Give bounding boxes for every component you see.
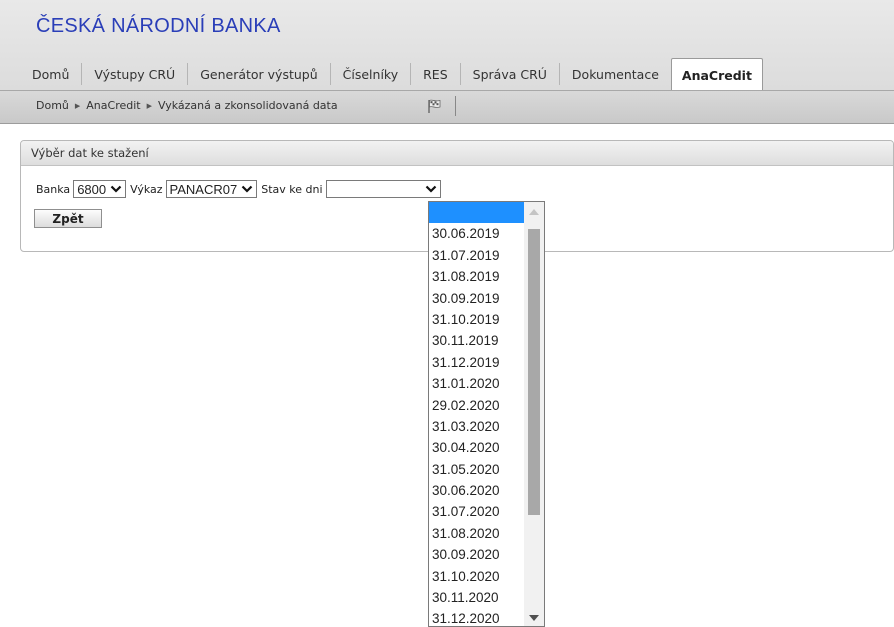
date-option[interactable]: 31.10.2019: [429, 309, 524, 330]
date-option[interactable]: 30.09.2020: [429, 544, 524, 565]
tab-sprava-cru[interactable]: Správa CRÚ: [461, 63, 560, 85]
breadcrumb-bar: Domů ▶ AnaCredit ▶ Vykázaná a zkonsolido…: [0, 90, 894, 124]
chevron-right-icon: ▶: [74, 101, 81, 110]
scroll-up-arrow-icon[interactable]: [529, 209, 539, 215]
scroll-down-arrow-icon[interactable]: [529, 615, 539, 621]
tab-ciselniky[interactable]: Číselníky: [331, 63, 412, 85]
date-option[interactable]: 31.07.2020: [429, 501, 524, 522]
date-option[interactable]: 31.03.2020: [429, 416, 524, 437]
date-option[interactable]: 31.08.2019: [429, 266, 524, 287]
date-option[interactable]: 30.11.2020: [429, 587, 524, 608]
checkered-flag-icon[interactable]: [427, 98, 443, 114]
date-option[interactable]: [429, 202, 524, 224]
bank-select-value: 6800: [77, 181, 107, 197]
date-option[interactable]: 31.07.2019: [429, 245, 524, 266]
chevron-down-icon: [110, 185, 122, 193]
panel-title: Výběr dat ke stažení: [21, 141, 893, 166]
bank-label: Banka: [36, 182, 71, 196]
date-option[interactable]: 31.05.2020: [429, 459, 524, 480]
scrollbar[interactable]: [524, 202, 544, 626]
breadcrumb-item-anacredit[interactable]: AnaCredit: [86, 99, 140, 112]
date-option[interactable]: 31.01.2020: [429, 373, 524, 394]
date-option[interactable]: 31.08.2020: [429, 523, 524, 544]
tab-domu[interactable]: Domů: [20, 63, 83, 85]
tab-vystupy-cru[interactable]: Výstupy CRÚ: [82, 63, 189, 85]
date-label: Stav ke dni: [261, 182, 323, 196]
date-select[interactable]: [325, 180, 441, 198]
report-select-value: PANACR07: [169, 181, 238, 197]
brand-title: ČESKÁ NÁRODNÍ BANKA: [36, 15, 281, 37]
scrollbar-thumb[interactable]: [528, 229, 540, 515]
tab-dokumentace[interactable]: Dokumentace: [560, 63, 671, 85]
date-dropdown-list[interactable]: 30.06.2019 31.07.2019 31.08.2019 30.09.2019…: [428, 201, 545, 627]
header: ČESKÁ NÁRODNÍ BANKA Domů Výstupy CRÚ Gen…: [0, 0, 894, 91]
date-option[interactable]: 29.02.2020: [429, 395, 524, 416]
date-options: 30.06.2019 31.07.2019 31.08.2019 30.09.2019…: [429, 202, 524, 626]
report-label: Výkaz: [130, 182, 163, 196]
date-option[interactable]: 30.06.2019: [429, 223, 524, 244]
breadcrumb-item-domu[interactable]: Domů: [36, 99, 69, 112]
back-button[interactable]: Zpět: [34, 209, 102, 228]
bank-select[interactable]: 6800: [73, 180, 127, 198]
chevron-down-icon: [241, 185, 253, 193]
filter-row: Banka 6800 Výkaz PANACR07 Stav ke dni: [36, 180, 445, 198]
date-option[interactable]: 30.11.2019: [429, 330, 524, 351]
toolbar-divider: [455, 96, 456, 116]
date-option[interactable]: 31.12.2020: [429, 608, 524, 626]
breadcrumb: Domů ▶ AnaCredit ▶ Vykázaná a zkonsolido…: [36, 99, 338, 112]
tab-generator-vystupu[interactable]: Generátor výstupů: [188, 63, 331, 85]
chevron-down-icon: [425, 185, 436, 193]
chevron-right-icon: ▶: [146, 101, 152, 110]
date-option[interactable]: 31.12.2019: [429, 352, 524, 373]
date-option[interactable]: 30.06.2020: [429, 480, 524, 501]
main-tabs: Domů Výstupy CRÚ Generátor výstupů Čísel…: [20, 58, 763, 91]
date-option[interactable]: 30.04.2020: [429, 437, 524, 458]
date-option[interactable]: 31.10.2020: [429, 566, 524, 587]
tab-anacredit[interactable]: AnaCredit: [670, 58, 763, 91]
report-select[interactable]: PANACR07: [165, 180, 258, 198]
breadcrumb-item-current: Vykázaná a zkonsolidovaná data: [158, 99, 338, 112]
date-option[interactable]: 30.09.2019: [429, 288, 524, 309]
tab-res[interactable]: RES: [411, 63, 461, 85]
